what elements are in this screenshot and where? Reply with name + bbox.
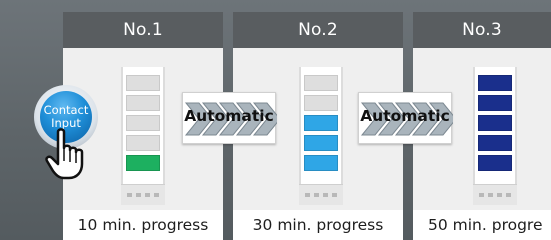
tower-3-segment-5: [478, 155, 512, 171]
tower-3-base: [473, 184, 517, 205]
tower-1-segment-2: [126, 95, 160, 111]
tower-2-base: [299, 184, 343, 205]
step-1-title: No.1: [63, 12, 223, 48]
automatic-label-2: Automatic: [360, 107, 450, 125]
step-3-title: No.3: [413, 12, 551, 48]
tower-3-segment-2: [478, 95, 512, 111]
step-3-caption: 50 min. progre: [413, 210, 551, 240]
step-1-caption: 10 min. progress: [63, 210, 223, 240]
tower-2-segment-1: [304, 75, 338, 91]
automatic-label-1: Automatic: [184, 107, 274, 125]
tower-1-segment-4: [126, 135, 160, 151]
signal-tower-3: [473, 67, 517, 205]
hand-pointer-icon: [45, 128, 84, 180]
automatic-transition-1: Automatic: [182, 92, 277, 144]
tower-3-segment-4: [478, 135, 512, 151]
automatic-transition-2: Automatic: [358, 92, 453, 144]
tower-2-segment-3: [304, 115, 338, 131]
tower-1-segment-1: [126, 75, 160, 91]
signal-tower-2: [299, 67, 343, 205]
tower-2-segment-5: [304, 155, 338, 171]
tower-2-segment-4: [304, 135, 338, 151]
tower-1-segment-5: [126, 155, 160, 171]
step-2-title: No.2: [233, 12, 403, 48]
signal-tower-1: [121, 67, 165, 205]
step-2-caption: 30 min. progress: [233, 210, 403, 240]
tower-1-base: [121, 184, 165, 205]
tower-2-segment-2: [304, 95, 338, 111]
tower-3-segment-3: [478, 115, 512, 131]
tower-1-segment-3: [126, 115, 160, 131]
tower-3-segment-1: [478, 75, 512, 91]
